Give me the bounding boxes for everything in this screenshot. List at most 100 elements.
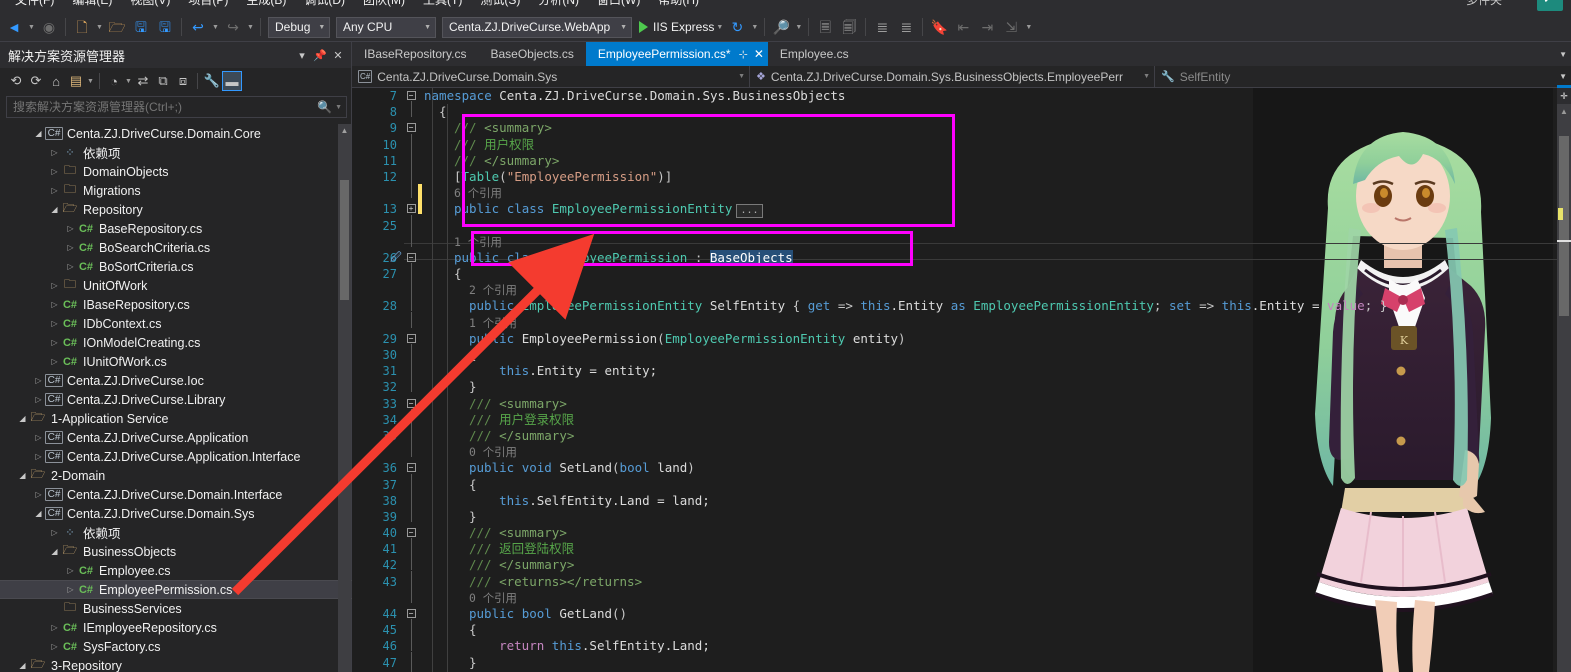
expander-expanded-icon[interactable]: ◢ (48, 205, 61, 214)
expander-collapsed-icon[interactable]: ▷ (48, 300, 61, 309)
pin-tab-icon[interactable]: ⊹ (739, 48, 748, 61)
start-dropdown-icon[interactable]: ▼ (714, 16, 725, 38)
chevron-down-icon[interactable]: ▾ (293, 46, 311, 64)
expander-collapsed-icon[interactable]: ▷ (64, 566, 77, 575)
code-line[interactable]: 9−/// <summary> (352, 120, 1571, 136)
code-line[interactable]: 47} (352, 651, 1571, 671)
code-line[interactable]: 38 this.SelfEntity.Land = land; (352, 489, 1571, 509)
pin-icon[interactable]: 📌 (311, 46, 329, 64)
code-line[interactable]: 45 { (352, 619, 1571, 638)
pending-changes-dropdown-icon[interactable]: ▼ (124, 71, 133, 91)
find-dropdown-icon[interactable]: ▼ (793, 16, 804, 38)
toolbar-overflow-icon[interactable]: ▼ (1023, 16, 1034, 38)
code-line-current[interactable]: 26− public class EmployeePermission : Bas… (352, 249, 1571, 266)
expander-collapsed-icon[interactable]: ▷ (48, 319, 61, 328)
tree-item[interactable]: ▷ C# Centa.ZJ.DriveCurse.Ioc (0, 371, 352, 390)
menu-item-5[interactable]: 调试(D) (295, 0, 354, 13)
back-icon[interactable]: ⟲ (6, 71, 26, 91)
code-line[interactable]: 29− public EmployeePermission(EmployeePer… (352, 331, 1571, 347)
expander-expanded-icon[interactable]: ◢ (48, 547, 61, 556)
menu-item-4[interactable]: 生成(B) (237, 0, 295, 13)
search-icon[interactable]: 🔍 (317, 100, 332, 114)
code-line[interactable]: 6 个引用 (352, 182, 1571, 201)
back-dropdown-icon[interactable]: ▼ (26, 16, 37, 38)
code-line[interactable]: 43 /// <returns></returns> (352, 570, 1571, 590)
comment-icon[interactable]: 🗏 (814, 16, 836, 38)
tree-item[interactable]: ▷ 🗀 DomainObjects (0, 162, 352, 181)
tree-item[interactable]: 🗀 BusinessServices (0, 599, 352, 618)
navbar-project-dropdown[interactable]: C# Centa.ZJ.DriveCurse.Domain.Sys ▼ (352, 65, 750, 88)
bookmark-icon[interactable]: 🔖 (928, 16, 950, 38)
tree-item[interactable]: ▷ 🗀 UnitOfWork (0, 276, 352, 295)
refresh-icon[interactable]: ↻ (726, 16, 748, 38)
code-line[interactable]: 40−/// <summary> (352, 525, 1571, 541)
navbar-overflow-icon[interactable]: ▼ (1559, 72, 1567, 81)
tree-item[interactable]: ◢ C# Centa.ZJ.DriveCurse.Domain.Sys (0, 504, 352, 523)
expander-collapsed-icon[interactable]: ▷ (32, 395, 45, 404)
close-tab-icon[interactable]: ✕ (754, 47, 764, 61)
expander-expanded-icon[interactable]: ◢ (16, 661, 29, 670)
menu-item-2[interactable]: 视图(V) (121, 0, 179, 13)
expander-collapsed-icon[interactable]: ▷ (48, 338, 61, 347)
back-arrow-icon[interactable]: ◄ (3, 16, 25, 38)
tree-item[interactable]: ◢ 🗁 3-Repository (0, 656, 352, 672)
quick-actions-icon[interactable]: 🖉 (390, 250, 402, 266)
expander-collapsed-icon[interactable]: ▷ (48, 642, 61, 651)
expander-collapsed-icon[interactable]: ▷ (64, 243, 77, 252)
code-line[interactable]: 8{ (352, 101, 1571, 120)
code-line[interactable]: 42 /// </summary> (352, 554, 1571, 573)
switch-views-dropdown-icon[interactable]: ▼ (86, 71, 95, 91)
code-line[interactable]: 27 { (352, 263, 1571, 282)
new-item-dropdown-icon[interactable]: ▼ (94, 16, 105, 38)
tree-item[interactable]: ▷ C# BaseRepository.cs (0, 219, 352, 238)
expander-collapsed-icon[interactable]: ▷ (32, 376, 45, 385)
collapsed-block-icon[interactable]: ... (736, 203, 763, 218)
expander-collapsed-icon[interactable]: ▷ (48, 281, 61, 290)
expander-collapsed-icon[interactable]: ▷ (48, 167, 61, 176)
expander-collapsed-icon[interactable]: ▷ (32, 490, 45, 499)
code-line[interactable]: 25 (352, 214, 1571, 234)
solution-explorer-search[interactable]: 🔍 ▼ (6, 96, 347, 118)
code-line[interactable]: 41 /// 返回登陆权限 (352, 538, 1571, 557)
save-icon[interactable]: 🖫 (130, 16, 152, 38)
solution-platform-combo[interactable]: Any CPU ▼ (336, 16, 436, 38)
code-line[interactable]: 13 + public class EmployeePermissionEntity… (352, 201, 1571, 218)
menu-item-11[interactable]: 帮助(H) (649, 0, 708, 13)
chevron-down-icon[interactable]: ▼ (335, 104, 342, 111)
expander-collapsed-icon[interactable]: ▷ (48, 623, 61, 632)
code-lines[interactable]: 7− namespace Centa.ZJ.DriveCurse.Domain.S… (352, 88, 1571, 672)
code-line[interactable]: 37 { (352, 473, 1571, 493)
code-line[interactable]: 35 /// </summary> (352, 424, 1571, 444)
properties-icon[interactable]: 🔧 (202, 71, 222, 91)
forward-circle-icon[interactable]: ◉ (38, 16, 60, 38)
open-folder-icon[interactable]: 🗁 (106, 16, 128, 38)
document-tab[interactable]: IBaseRepository.cs (352, 42, 479, 66)
tree-item[interactable]: ▷ C# IBaseRepository.cs (0, 295, 352, 314)
code-line[interactable]: 1 个引用 (352, 311, 1571, 331)
menu-item-6[interactable]: 团队(M) (354, 0, 414, 13)
code-line[interactable]: 10 /// 用户权限 (352, 133, 1571, 153)
expander-expanded-icon[interactable]: ◢ (32, 129, 45, 138)
preview-selected-items-icon[interactable]: ▬ (222, 71, 242, 91)
tree-item[interactable]: ▷ C# SysFactory.cs (0, 637, 352, 656)
search-input[interactable] (13, 100, 318, 114)
new-item-icon[interactable]: 🗋 (71, 16, 93, 38)
scrollbar-thumb[interactable] (1559, 136, 1569, 316)
code-line[interactable]: 31 this.Entity = entity; (352, 360, 1571, 379)
redo-icon[interactable]: ↪ (222, 16, 244, 38)
tree-item[interactable]: ▷ C# Centa.ZJ.DriveCurse.Library (0, 390, 352, 409)
uncomment-icon[interactable]: 🗐 (838, 16, 860, 38)
tree-item[interactable]: ▷ C# Centa.ZJ.DriveCurse.Domain.Interface (0, 485, 352, 504)
find-in-files-icon[interactable]: 🔎 (770, 16, 792, 38)
document-tab-active[interactable]: EmployeePermission.cs* ⊹ ✕ (585, 42, 768, 66)
code-line[interactable]: 30 { (352, 344, 1571, 363)
expander-collapsed-icon[interactable]: ▷ (64, 585, 77, 594)
refresh-icon[interactable]: ⧉ (153, 71, 173, 91)
expander-collapsed-icon[interactable]: ▷ (32, 433, 45, 442)
navbar-type-dropdown[interactable]: ❖ Centa.ZJ.DriveCurse.Domain.Sys.Busines… (750, 65, 1155, 88)
tree-item-selected[interactable]: ▷ C# EmployeePermission.cs (0, 580, 352, 599)
tree-item[interactable]: ▷ C# Centa.ZJ.DriveCurse.Application.Inter… (0, 447, 352, 466)
tree-item[interactable]: ▷ C# IEmployeeRepository.cs (0, 618, 352, 637)
tree-item[interactable]: ▷ C# Centa.ZJ.DriveCurse.Application (0, 428, 352, 447)
code-line[interactable]: 28 public EmployeePermissionEntity SelfEn… (352, 295, 1571, 314)
